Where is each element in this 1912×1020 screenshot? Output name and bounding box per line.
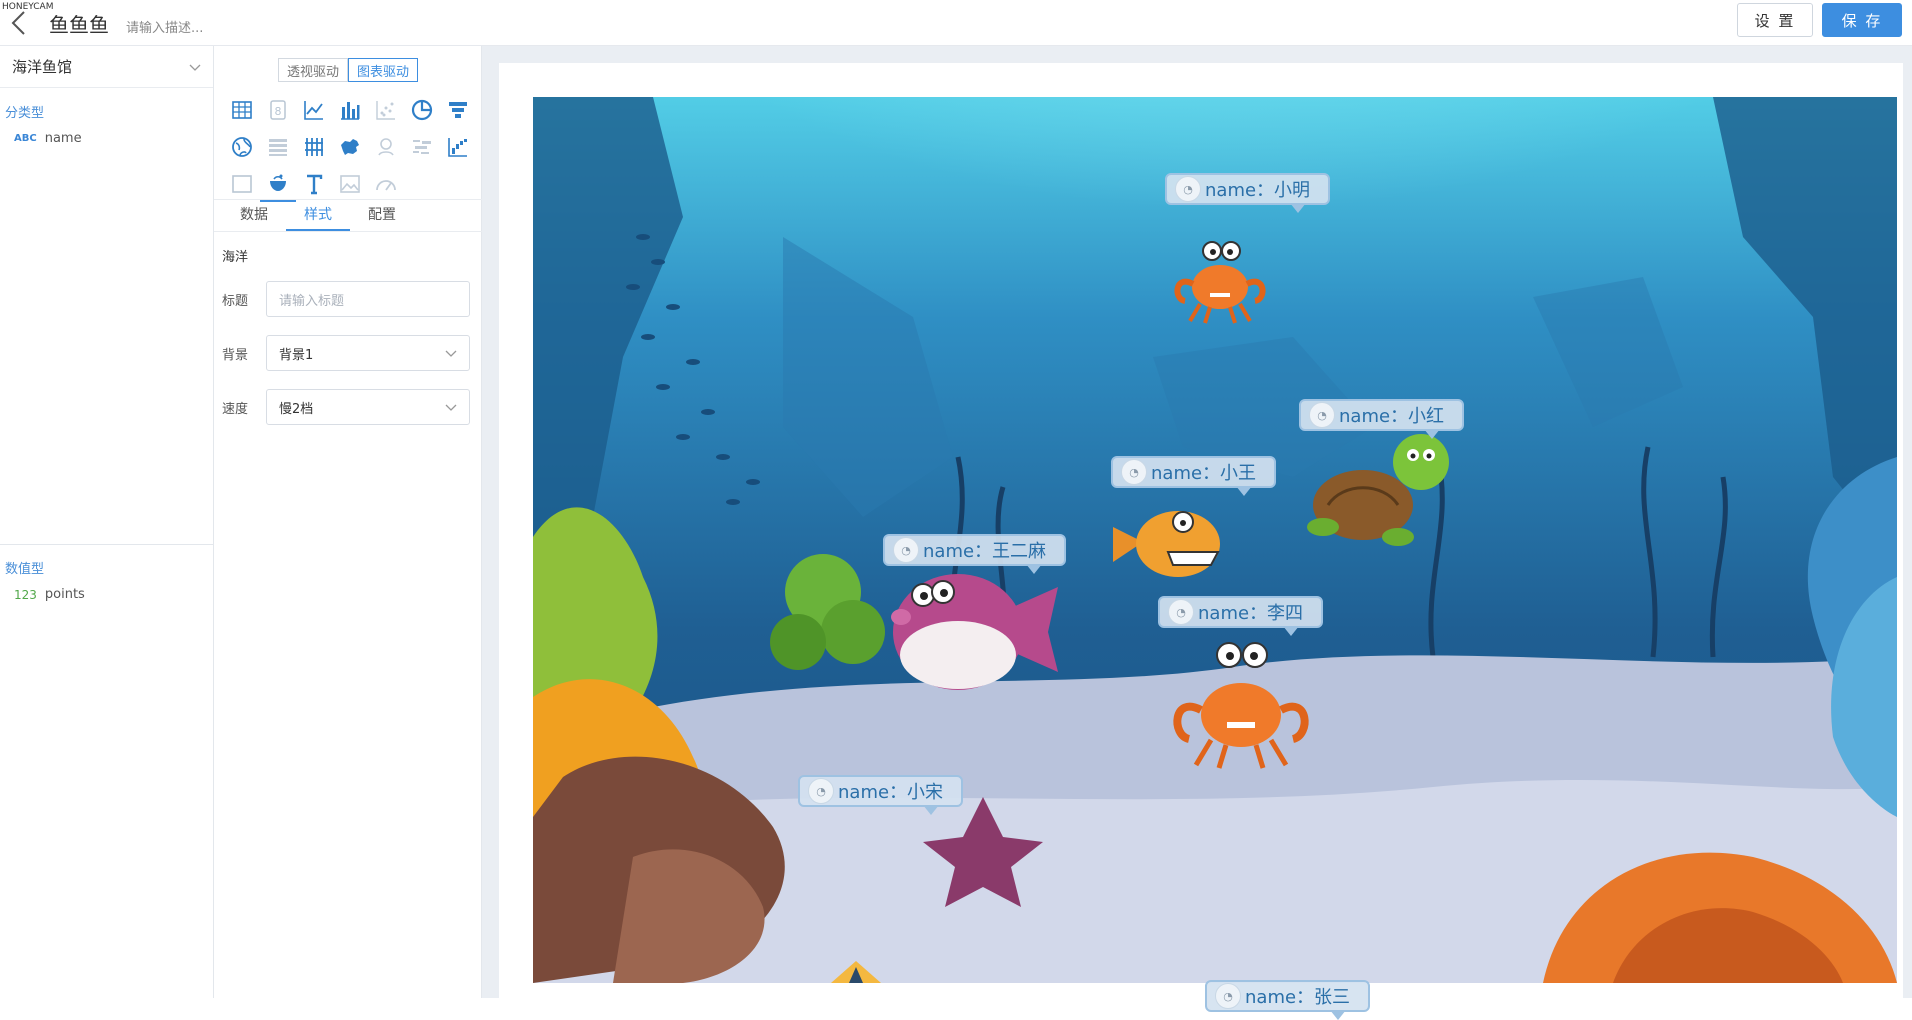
creature-label: ◔ name： 小宋 (798, 775, 964, 815)
speed-row: 速度 慢2档 (222, 389, 477, 425)
fields-panel: 海洋鱼馆 分类型 ABC name 数值型 123 points (0, 46, 214, 998)
funnel-icon[interactable] (440, 91, 476, 128)
avatar: ◔ (1215, 983, 1241, 1009)
speed-value: 慢2档 (279, 401, 314, 417)
label-prefix: name： (1151, 463, 1221, 484)
config-tabs: 数据 样式 配置 (214, 199, 482, 232)
title-input[interactable]: 请输入标题 (266, 281, 470, 317)
chevron-down-icon (445, 404, 457, 411)
creature-name: 李四 (1267, 603, 1304, 624)
china-map-icon[interactable] (332, 128, 368, 165)
line-chart-icon[interactable] (296, 91, 332, 128)
bar-chart-icon[interactable] (332, 91, 368, 128)
gauge-icon[interactable] (368, 165, 404, 202)
crosstab-icon[interactable] (296, 128, 332, 165)
top-bar: HONEYCAM 鱼鱼鱼 请输入描述... 设 置 保 存 (0, 0, 1912, 46)
list-icon[interactable] (260, 128, 296, 165)
pie-chart-icon[interactable] (404, 91, 440, 128)
tab-style[interactable]: 样式 (286, 200, 350, 231)
creature-label: ◔ name： 李四 (1158, 596, 1324, 636)
background-select[interactable]: 背景1 (266, 335, 470, 371)
preview-area: ◔ name： 小明 ◔ name： 小红 ◔ name： 小王 ◔ name：… (482, 46, 1912, 1020)
creature-label: ◔ name： 小明 (1165, 173, 1331, 213)
config-panel: 透视驱动 图表驱动 8 数据 样式 配置 海洋 标题 请输入标题 背景 背景1 … (214, 46, 482, 998)
aquarium-scene: ◔ name： 小明 ◔ name： 小红 ◔ name： 小王 ◔ name：… (533, 97, 1897, 983)
label-prefix: name： (1339, 406, 1409, 427)
creature-name: 小红 (1408, 406, 1445, 427)
blank-card-icon[interactable] (224, 165, 260, 202)
background-value: 背景1 (279, 347, 314, 363)
dashboard-title[interactable]: 鱼鱼鱼 (49, 9, 109, 38)
description-input[interactable]: 请输入描述... (126, 17, 203, 36)
globe-icon[interactable] (224, 128, 260, 165)
creature-label: ◔ name： 小王 (1111, 456, 1277, 496)
table-icon[interactable] (224, 91, 260, 128)
tab-config[interactable]: 配置 (350, 200, 414, 231)
measure-group-title: 数值型 (5, 562, 45, 577)
waterfall-icon[interactable] (440, 128, 476, 165)
pivot-mode-button[interactable]: 透视驱动 (278, 58, 349, 82)
dataset-name: 海洋鱼馆 (12, 58, 73, 76)
creature-name: 小王 (1220, 463, 1257, 484)
save-button[interactable]: 保 存 (1822, 3, 1902, 37)
avatar: ◔ (1309, 402, 1335, 428)
bubble-map-icon[interactable] (368, 128, 404, 165)
creature-name: 张三 (1314, 987, 1351, 1008)
label-prefix: name： (1198, 603, 1268, 624)
avatar: ◔ (808, 778, 834, 804)
field-label: name (44, 131, 82, 146)
crab-icon (1161, 635, 1321, 770)
chart-frame: ◔ name： 小明 ◔ name： 小红 ◔ name： 小王 ◔ name：… (499, 63, 1903, 1020)
text-icon[interactable] (296, 165, 332, 202)
creature-name: 小明 (1274, 180, 1311, 201)
scatter-icon[interactable] (368, 91, 404, 128)
settings-button[interactable]: 设 置 (1737, 3, 1813, 37)
dimension-group-title: 分类型 (5, 106, 45, 121)
label-prefix: name： (923, 541, 993, 562)
creature-label: ◔ name： 王二麻 (883, 534, 1067, 574)
background-row: 背景 背景1 (222, 335, 477, 371)
angelfish-icon (821, 959, 891, 983)
pufferfish-icon (883, 567, 1063, 697)
chart-type-grid: 8 (224, 91, 479, 202)
text-type-icon: ABC (14, 133, 37, 144)
field-item-name[interactable]: ABC name (0, 131, 213, 146)
number-card-icon[interactable]: 8 (260, 91, 296, 128)
label-prefix: name： (1205, 180, 1275, 201)
avatar: ◔ (893, 537, 919, 563)
section-title: 海洋 (222, 250, 249, 265)
creature-name: 王二麻 (992, 541, 1047, 562)
word-cloud-icon[interactable] (404, 128, 440, 165)
mode-toggle: 透视驱动 图表驱动 (278, 58, 419, 82)
avatar: ◔ (1175, 176, 1201, 202)
creature-name: 小宋 (907, 782, 944, 803)
dataset-select[interactable]: 海洋鱼馆 (0, 46, 213, 88)
chevron-down-icon (445, 350, 457, 357)
back-arrow-icon[interactable] (8, 10, 32, 35)
crab-icon (1165, 229, 1275, 324)
field-item-points[interactable]: 123 points (0, 587, 214, 602)
turtle-icon (1303, 427, 1458, 562)
image-icon[interactable] (332, 165, 368, 202)
avatar: ◔ (1121, 459, 1147, 485)
chevron-down-icon (189, 64, 201, 71)
aquarium-icon[interactable] (260, 165, 296, 202)
chart-mode-button[interactable]: 图表驱动 (348, 58, 419, 82)
avatar: ◔ (1168, 599, 1194, 625)
title-label: 标题 (222, 293, 249, 309)
field-label: points (44, 587, 85, 602)
divider (0, 544, 214, 545)
label-prefix: name： (838, 782, 908, 803)
speed-select[interactable]: 慢2档 (266, 389, 470, 425)
tab-data[interactable]: 数据 (222, 200, 286, 231)
piranha-icon (1113, 497, 1228, 587)
number-type-icon: 123 (14, 587, 37, 602)
label-prefix: name： (1245, 987, 1315, 1008)
creature-label: ◔ name： 张三 (1205, 980, 1371, 1020)
background-label: 背景 (222, 347, 249, 363)
title-row: 标题 请输入标题 (222, 281, 477, 317)
creature-label: ◔ name： 小红 (1299, 399, 1465, 439)
svg-text:8: 8 (275, 105, 282, 118)
speed-label: 速度 (222, 401, 249, 417)
